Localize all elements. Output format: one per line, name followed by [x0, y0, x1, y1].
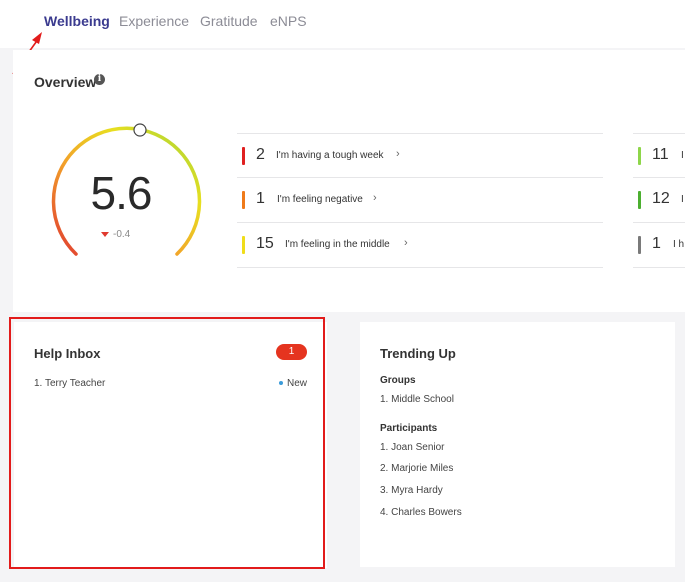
mood-count: 1 — [256, 190, 265, 207]
status-badge: New — [279, 378, 307, 389]
mood-label: I — [681, 194, 684, 205]
mood-color-bar — [638, 236, 641, 254]
overview-card: Overview i 5.6 -0.4 2 I'm having a tough… — [13, 50, 685, 312]
participant-item[interactable]: 3. Myra Hardy — [380, 485, 443, 496]
tab-wellbeing[interactable]: Wellbeing — [44, 13, 110, 29]
top-tab-bar: Wellbeing Experience Gratitude eNPS — [0, 0, 685, 48]
participant-item[interactable]: 2. Marjorie Miles — [380, 463, 453, 474]
participant-item[interactable]: 4. Charles Bowers — [380, 507, 462, 518]
mood-row-feeling-negative[interactable]: 1 I'm feeling negative › — [237, 177, 603, 222]
help-inbox-count-badge: 1 — [276, 344, 307, 360]
chevron-right-icon: › — [396, 148, 400, 160]
mood-color-bar — [242, 147, 245, 165]
gauge-handle — [133, 123, 147, 137]
mood-row-in-the-middle[interactable]: 15 I'm feeling in the middle › — [237, 222, 603, 268]
chevron-right-icon: › — [373, 192, 377, 204]
help-inbox-title: Help Inbox — [34, 346, 101, 361]
mood-label: I'm having a tough week — [276, 150, 384, 161]
tab-experience[interactable]: Experience — [119, 13, 189, 29]
overview-title: Overview — [34, 74, 97, 90]
mood-count: 1 — [652, 235, 661, 252]
mood-color-bar — [242, 191, 245, 209]
mood-color-bar — [242, 236, 245, 254]
mood-color-bar — [638, 147, 641, 165]
mood-count: 2 — [256, 146, 265, 163]
groups-label: Groups — [380, 375, 416, 386]
mood-count: 11 — [652, 146, 669, 163]
status-dot-icon — [279, 381, 283, 386]
mood-row-right-2[interactable]: 12 I — [633, 177, 685, 222]
mood-row-right-3[interactable]: 1 I h — [633, 222, 685, 268]
mood-label: I'm feeling in the middle — [285, 239, 390, 250]
down-arrow-icon — [101, 231, 109, 237]
mood-label: I h — [673, 239, 685, 250]
tab-gratitude[interactable]: Gratitude — [200, 13, 258, 29]
participant-item[interactable]: 1. Joan Senior — [380, 442, 445, 453]
info-icon[interactable]: i — [94, 74, 105, 85]
mood-count: 15 — [256, 235, 274, 252]
score-delta: -0.4 — [101, 229, 130, 240]
group-item[interactable]: 1. Middle School — [380, 394, 454, 405]
help-inbox-item[interactable]: 1. Terry Teacher — [34, 378, 105, 389]
chevron-right-icon: › — [404, 237, 408, 249]
mood-count: 12 — [652, 190, 670, 207]
mood-label: I'm feeling negative — [277, 194, 363, 205]
mood-color-bar — [638, 191, 641, 209]
tab-enps[interactable]: eNPS — [270, 13, 307, 29]
mood-row-right-1[interactable]: 11 I — [633, 133, 685, 178]
participants-label: Participants — [380, 423, 438, 434]
mood-row-tough-week[interactable]: 2 I'm having a tough week › — [237, 133, 603, 178]
wellbeing-score: 5.6 — [90, 167, 153, 219]
trending-up-title: Trending Up — [380, 346, 456, 361]
mood-label: I — [681, 150, 684, 161]
